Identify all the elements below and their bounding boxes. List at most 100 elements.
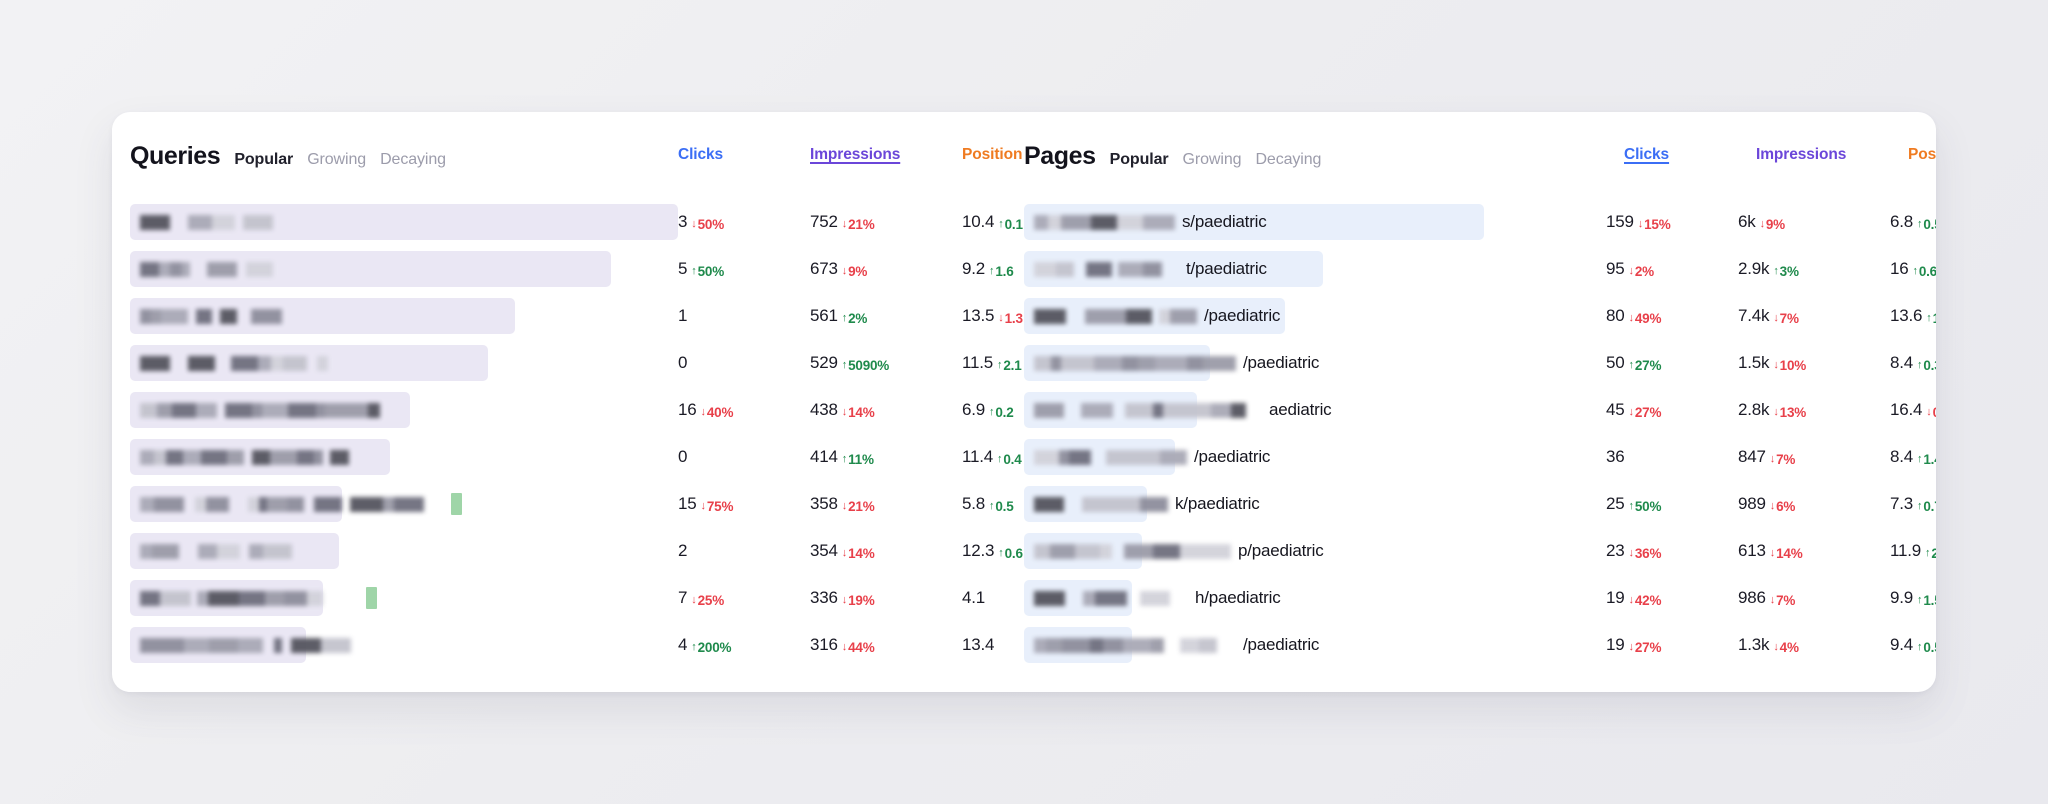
table-row[interactable]: p/paediatric23↓36%613↓14%11.9↑2.7: [1024, 533, 1936, 569]
queries-header: Queries Popular Growing Decaying: [130, 142, 446, 171]
clicks-cell-value: 36: [1606, 447, 1625, 466]
tab-growing[interactable]: Growing: [1183, 151, 1242, 169]
position-cell-value: 11.9: [1890, 541, 1922, 560]
clicks-cell: 80 ↓ 49%: [1606, 306, 1738, 326]
delta-value: 1.4: [1923, 452, 1936, 467]
query-label: [140, 439, 359, 475]
page-url-suffix: /paediatric: [1243, 635, 1320, 654]
clicks-cell: 0: [678, 447, 810, 467]
delta-value: 7%: [1776, 593, 1796, 608]
delta-value: 75%: [706, 499, 734, 514]
query-label: [140, 392, 398, 428]
query-label: [140, 627, 351, 663]
redacted-text: [1034, 355, 1236, 371]
query-metrics: 7 ↓ 25% 336 ↓ 19% 4.1: [678, 580, 1082, 616]
clicks-cell-value: 50: [1606, 353, 1625, 372]
delta-value: 0.6: [1918, 264, 1936, 279]
delta-value: 0.7: [1923, 499, 1936, 514]
table-row[interactable]: 7 ↓ 25% 336 ↓ 19% 4.1: [130, 580, 1006, 616]
page-metrics: 95 ↓ 2% 2.9k ↑ 3% 16 ↑ 0.6: [1606, 251, 1936, 287]
arrow-down-icon: ↓: [841, 500, 848, 512]
clicks-cell-value: 15: [678, 494, 697, 513]
redacted-text: [140, 308, 282, 324]
table-row[interactable]: h/paediatric19↓42%986↓7%9.9↑1.5: [1024, 580, 1936, 616]
delta-value: 49%: [1634, 311, 1662, 326]
query-metrics: 4 ↑ 200% 316 ↓ 44% 13.4: [678, 627, 1082, 663]
tab-decaying[interactable]: Decaying: [1255, 151, 1321, 169]
page-label: /paediatric: [1034, 345, 1319, 381]
table-row[interactable]: /paediatric50↑27%1.5k↓10%8.4↑0.3: [1024, 345, 1936, 381]
table-row[interactable]: 4 ↑ 200% 316 ↓ 44% 13.4: [130, 627, 1006, 663]
delta-up: ↑ 0.2: [989, 405, 1014, 420]
table-row[interactable]: 16 ↓ 40% 438 ↓ 14% 6.9 ↑ 0.2: [130, 392, 1014, 428]
redacted-text: [1034, 590, 1188, 606]
column-header-clicks[interactable]: Clicks: [1624, 146, 1756, 164]
impressions-cell-value: 1.5k: [1738, 353, 1770, 372]
position-cell-value: 8.4: [1890, 353, 1914, 372]
arrow-up-icon: ↑: [1926, 312, 1932, 324]
table-row[interactable]: /paediatric80↓49%7.4k↓7%13.6↑1.2: [1024, 298, 1936, 334]
impressions-cell: 354 ↓ 14%: [810, 541, 962, 561]
tab-growing[interactable]: Growing: [307, 151, 366, 169]
position-cell-value: 6.8: [1890, 212, 1914, 231]
clicks-cell: 23 ↓ 36%: [1606, 541, 1738, 561]
redacted-text: [1034, 402, 1262, 418]
table-row[interactable]: 0 414 ↑ 11% 11.4 ↑ 0.4: [130, 439, 1022, 475]
clicks-cell: 7 ↓ 25%: [678, 588, 810, 608]
delta-value: 9%: [848, 264, 868, 279]
table-row[interactable]: 15 ↓ 75% 358 ↓ 21% 5.8 ↑ 0.5: [130, 486, 1014, 522]
table-row[interactable]: 3 ↓ 50% 752 ↓ 21% 10.4 ↑ 0.1: [130, 204, 1023, 240]
table-row[interactable]: /paediatric19↓27%1.3k↓4%9.4↑0.5: [1024, 627, 1936, 663]
delta-up: ↑ 50%: [1629, 499, 1662, 514]
column-header-clicks[interactable]: Clicks: [678, 146, 810, 164]
impressions-cell-value: 438: [810, 400, 838, 419]
impressions-cell: 847 ↓ 7%: [1738, 447, 1890, 467]
page-label: t/paediatric: [1034, 251, 1267, 287]
delta-down: ↓ 49%: [1629, 311, 1662, 326]
table-row[interactable]: s/paediatric159↓15%6k↓9%6.8↑0.5: [1024, 204, 1936, 240]
delta-value: 0.9: [1933, 405, 1936, 420]
delta-value: 4%: [1779, 640, 1799, 655]
delta-up: ↑ 200%: [691, 640, 731, 655]
redacted-text: [1034, 637, 1236, 653]
page-label: k/paediatric: [1034, 486, 1260, 522]
column-header-impressions[interactable]: Impressions: [1756, 146, 1908, 164]
table-row[interactable]: k/paediatric 25↑50%989↓6%7.3↑0.7: [1024, 486, 1936, 522]
growth-indicator: [366, 587, 377, 609]
tab-popular[interactable]: Popular: [234, 151, 293, 169]
query-label: [140, 204, 273, 240]
page-metrics: 45↓27%2.8k↓13%16.4↓0.9: [1606, 392, 1936, 428]
delta-value: 14%: [1776, 546, 1803, 561]
delta-down: ↓ 9%: [842, 264, 868, 279]
delta-down: ↓ 14%: [842, 405, 875, 420]
redacted-text: [140, 590, 323, 606]
column-header-impressions[interactable]: Impressions: [810, 146, 962, 164]
redacted-text: [1034, 496, 1168, 512]
arrow-down-icon: ↓: [841, 406, 848, 418]
clicks-cell: 4 ↑ 200%: [678, 635, 810, 655]
table-row[interactable]: aediatric45↓27%2.8k↓13%16.4↓0.9: [1024, 392, 1936, 428]
delta-value: 2%: [848, 311, 868, 326]
redacted-text: [140, 214, 273, 230]
table-row[interactable]: /paediatric36847↓7%8.4↑1.4: [1024, 439, 1936, 475]
delta-down: ↓ 40%: [701, 405, 734, 420]
table-row[interactable]: 0 529 ↑ 5090% 11.5 ↑ 2.1: [130, 345, 1022, 381]
delta-up: ↑1.2: [1926, 311, 1936, 326]
delta-value: 0.3: [1923, 358, 1936, 373]
position-cell-value: 6.9: [962, 400, 986, 419]
tab-decaying[interactable]: Decaying: [380, 151, 446, 169]
column-header-position[interactable]: Position: [1908, 146, 1936, 164]
position-cell: 9.4↑0.5: [1890, 635, 1936, 655]
delta-value: 21%: [848, 217, 875, 232]
table-row[interactable]: t/paediatric 95 ↓ 2% 2.9k ↑ 3% 16 ↑ 0.6: [1024, 251, 1936, 287]
page-metrics: 23↓36%613↓14%11.9↑2.7: [1606, 533, 1936, 569]
tab-popular[interactable]: Popular: [1110, 151, 1169, 169]
table-row[interactable]: 5 ↑ 50% 673 ↓ 9% 9.2 ↑ 1.6: [130, 251, 1014, 287]
delta-value: 50%: [697, 264, 725, 279]
page-url-suffix: t/paediatric: [1186, 259, 1267, 278]
delta-down: ↓ 14%: [1770, 546, 1803, 561]
page-url-suffix: /paediatric: [1194, 447, 1271, 466]
table-row[interactable]: 1 561 ↑ 2% 13.5 ↓ 1.3: [130, 298, 1023, 334]
page-metrics: 25↑50%989↓6%7.3↑0.7: [1606, 486, 1936, 522]
table-row[interactable]: 2 354 ↓ 14% 12.3 ↑ 0.6: [130, 533, 1023, 569]
